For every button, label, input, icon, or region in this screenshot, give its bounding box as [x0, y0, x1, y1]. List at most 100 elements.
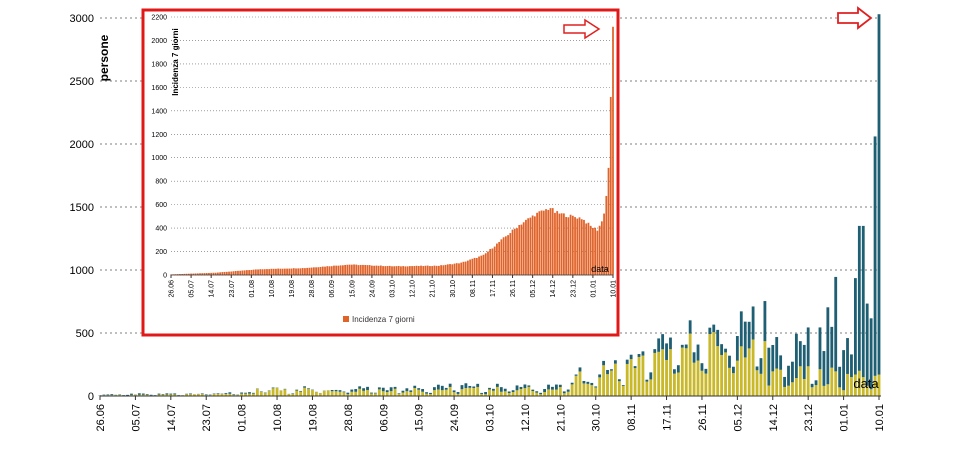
- main-bar-base: [464, 388, 468, 396]
- main-bar-top: [224, 392, 228, 394]
- inset-x-tick-label: 14.07: [209, 280, 216, 298]
- inset-bar: [368, 265, 371, 275]
- main-bar-base: [531, 391, 535, 396]
- main-bar-top: [543, 389, 546, 393]
- main-bar-top: [373, 392, 377, 394]
- inset-bar: [288, 268, 291, 275]
- main-bar-base: [661, 349, 665, 396]
- inset-x-tick-label: 01.01: [590, 280, 597, 298]
- main-bar-top: [252, 392, 255, 394]
- inset-chart: 0 200 400 600 800 1000 1200 1400 1600 1800 2000 220…: [141, 8, 620, 337]
- inset-bar: [228, 271, 230, 275]
- inset-bar: [426, 265, 429, 275]
- inset-bar: [391, 266, 393, 275]
- main-bar-base: [842, 390, 846, 396]
- main-bar-base: [338, 391, 342, 396]
- main-bar-top: [244, 392, 247, 394]
- inset-bar: [576, 218, 579, 275]
- inset-bar: [250, 269, 253, 275]
- main-x-tick-label: 30.10: [591, 404, 603, 432]
- main-bar-top: [303, 386, 306, 388]
- inset-bar: [496, 243, 498, 275]
- main-x-axis-label: data: [853, 376, 879, 391]
- main-bar-top: [747, 321, 751, 349]
- main-bar-base: [523, 388, 527, 396]
- main-bar-top: [157, 393, 161, 395]
- main-bar-base: [818, 369, 822, 396]
- main-bar-top: [617, 379, 621, 382]
- main-bar-base: [495, 386, 499, 396]
- main-bar-top: [724, 348, 727, 353]
- main-bar-base: [794, 378, 798, 396]
- main-bar-base: [492, 390, 495, 396]
- main-bar-top: [200, 393, 204, 395]
- main-bar-top: [448, 383, 452, 387]
- inset-bar: [275, 268, 277, 275]
- inset-bar: [563, 213, 565, 275]
- main-bar-top: [673, 369, 676, 374]
- inset-bar: [612, 26, 614, 275]
- main-bar-top: [720, 344, 724, 355]
- main-bar-base: [299, 391, 303, 396]
- main-bar-base: [413, 388, 417, 396]
- main-y-tick-label: 0: [88, 391, 94, 403]
- inset-x-tick-label: 14.12: [550, 280, 557, 298]
- main-bar-base: [688, 333, 692, 396]
- main-bar-base: [255, 388, 259, 396]
- main-bar-base: [393, 388, 397, 396]
- main-bar-base: [759, 373, 763, 396]
- inset-x-tick-label: 05.07: [189, 280, 196, 298]
- main-y-tick-label: 2500: [70, 76, 94, 88]
- inset-bar: [540, 210, 543, 275]
- main-bar-top: [102, 394, 106, 396]
- main-bar-base: [767, 385, 771, 396]
- main-bar-top: [141, 393, 145, 395]
- main-bar-base: [515, 390, 519, 396]
- inset-bar: [498, 242, 501, 275]
- main-bar-top: [299, 390, 303, 392]
- inset-bar: [455, 263, 458, 275]
- main-bar-top: [755, 366, 759, 371]
- main-bar-base: [519, 388, 523, 396]
- inset-bar: [400, 266, 402, 275]
- inset-bar: [578, 217, 581, 275]
- main-bar-base: [330, 391, 334, 396]
- inset-bar: [237, 270, 239, 275]
- inset-bar: [437, 265, 440, 275]
- inset-bar: [342, 265, 344, 275]
- inset-bar: [460, 262, 463, 275]
- main-bar-base: [680, 347, 684, 396]
- inset-x-tick-label: 05.12: [530, 280, 537, 298]
- inset-bar: [491, 248, 494, 275]
- inset-bar: [549, 208, 552, 275]
- main-bar-base: [739, 346, 743, 396]
- main-bar-top: [362, 388, 366, 391]
- inset-x-tick-label: 23.07: [229, 280, 236, 298]
- main-bar-base: [649, 379, 653, 396]
- inset-bar: [444, 264, 447, 275]
- main-bar-top: [704, 368, 708, 374]
- main-bar-base: [499, 391, 503, 396]
- inset-bar: [440, 265, 442, 275]
- main-bar-base: [350, 391, 354, 396]
- main-bar-top: [137, 393, 141, 395]
- main-bar-top: [590, 382, 594, 386]
- inset-bar: [317, 267, 320, 275]
- inset-bar: [556, 211, 559, 275]
- inset-bar: [493, 246, 496, 275]
- inset-bar: [467, 260, 469, 275]
- main-bar-base: [716, 346, 720, 396]
- inset-bar: [243, 270, 246, 275]
- inset-legend: Incidenza 7 giorni: [343, 315, 415, 324]
- inset-bar: [417, 266, 420, 275]
- main-bar-base: [625, 363, 629, 396]
- main-bar-top: [610, 369, 613, 371]
- inset-bar: [225, 271, 228, 275]
- main-bar-top: [531, 389, 535, 392]
- main-bar-top: [873, 136, 877, 376]
- main-x-tick-label: 08.11: [626, 404, 638, 431]
- main-bar-top: [739, 311, 743, 347]
- main-bar-base: [283, 389, 287, 396]
- main-bar-top: [802, 344, 806, 379]
- inset-x-tick-label: 10.08: [269, 280, 276, 298]
